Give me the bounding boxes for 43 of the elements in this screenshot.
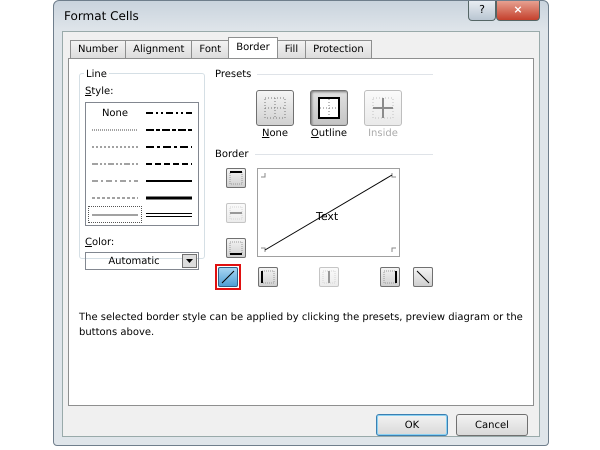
tab[interactable]: Font: [191, 40, 230, 58]
border-button[interactable]: [226, 238, 246, 258]
style-list[interactable]: None: [85, 102, 199, 226]
line-style-icon[interactable]: [92, 144, 138, 150]
border-button[interactable]: [226, 168, 246, 188]
line-style-icon[interactable]: [92, 160, 138, 167]
field-label: Color:: [85, 236, 116, 250]
tab[interactable]: Alignment: [125, 40, 192, 58]
border-button[interactable]: [380, 267, 400, 287]
line-style-icon[interactable]: [146, 144, 192, 150]
preset-grid-icon: [262, 95, 288, 121]
line-style-icon[interactable]: [146, 194, 192, 201]
line-style-icon[interactable]: [146, 160, 192, 167]
preset-grid-icon: [316, 95, 342, 121]
color-dropdown[interactable]: Automatic: [85, 252, 199, 270]
style-option[interactable]: None: [102, 106, 128, 121]
ok-button[interactable]: OK: [376, 414, 448, 436]
line-style-icon[interactable]: [92, 178, 138, 184]
tab[interactable]: Number: [70, 40, 126, 58]
border-button[interactable]: [258, 267, 278, 287]
tab[interactable]: Protection: [305, 40, 372, 58]
hint-text: The selected border style can be applied by clicking the presets, preview diagram or the buttons above.: [79, 311, 524, 340]
preset-button[interactable]: [310, 90, 348, 126]
line-style-icon[interactable]: [92, 212, 138, 218]
window-title: Format Cells: [63, 8, 140, 25]
tab[interactable]: Fill: [276, 40, 306, 58]
section-title: Presets: [215, 68, 252, 82]
preset-label: Outline: [310, 127, 348, 141]
preset-label: Inside: [367, 127, 399, 141]
help-button[interactable]: ?: [468, 1, 496, 21]
tab[interactable]: Border: [228, 37, 278, 58]
line-style-icon[interactable]: [146, 212, 192, 218]
preset-label: None: [260, 127, 290, 141]
border-button[interactable]: [413, 267, 433, 287]
line-style-icon[interactable]: [146, 110, 192, 116]
section-title: Border: [215, 148, 249, 162]
line-style-icon[interactable]: [92, 194, 138, 201]
preset-grid-icon: [370, 95, 396, 121]
line-style-icon[interactable]: [146, 127, 192, 134]
line-style-icon[interactable]: [146, 178, 192, 184]
cancel-button[interactable]: Cancel: [456, 414, 528, 436]
field-label: Style:: [85, 85, 114, 99]
line-style-icon[interactable]: [92, 127, 138, 134]
